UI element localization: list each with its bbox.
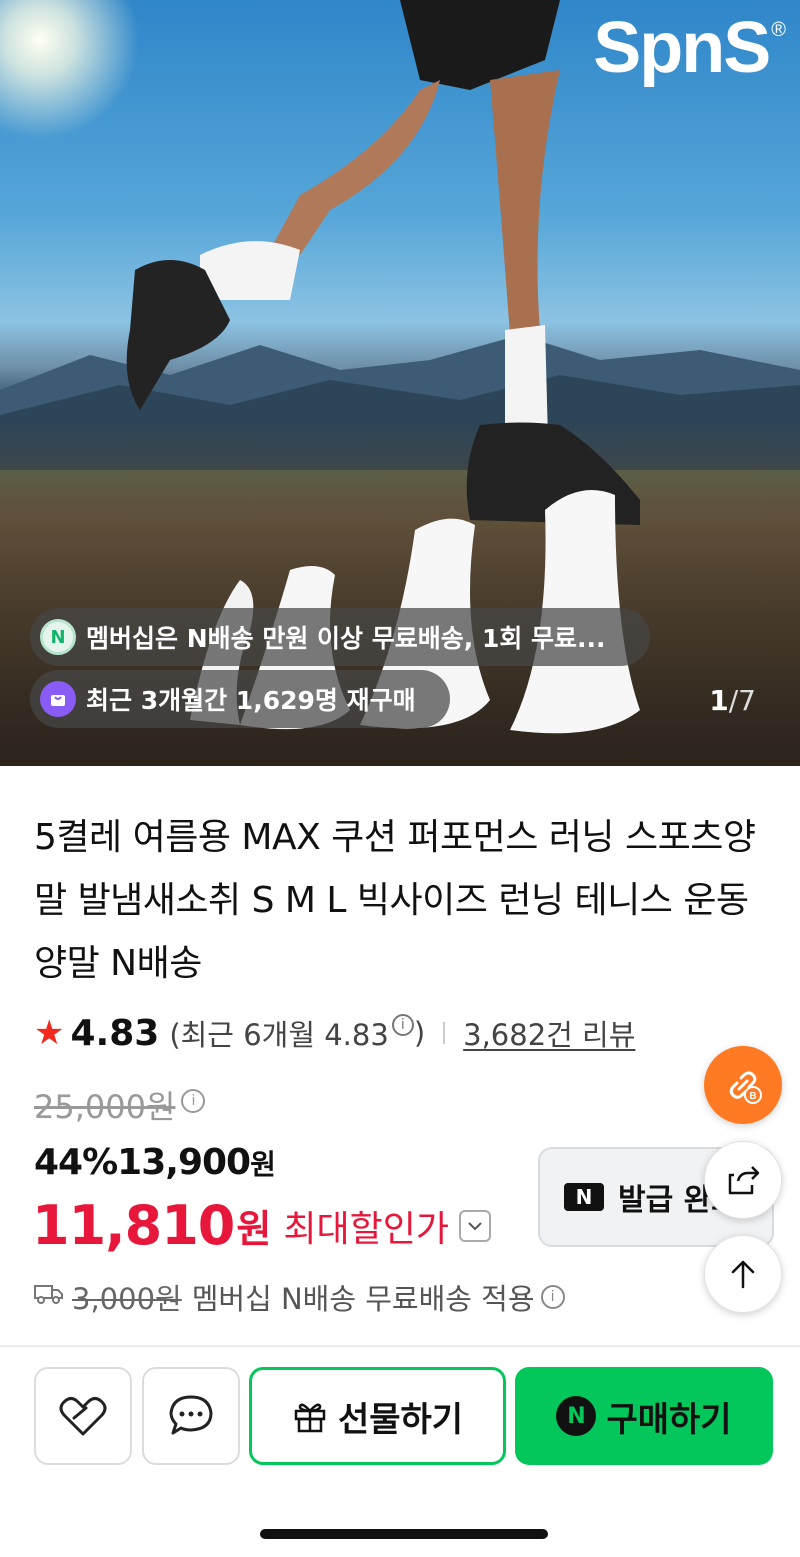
discount-rate: 44% [34,1142,118,1183]
share-button[interactable] [704,1141,782,1219]
chat-bubble-icon [169,1395,213,1435]
wishlist-button[interactable] [34,1367,132,1465]
talk-chat-button[interactable] [142,1367,240,1465]
max-price-number: 11,810 [32,1194,235,1257]
brand-logo: SpnS ® [593,8,786,88]
original-price: 25,000원 i [34,1082,206,1128]
naver-coupon-icon: N [564,1183,604,1211]
buy-button-label: 구매하기 [606,1399,732,1440]
section-divider [0,1345,800,1347]
scroll-to-top-button[interactable] [704,1235,782,1313]
buy-button[interactable]: N 구매하기 [515,1367,773,1465]
repurchase-text: 최근 3개월간 1,629명 재구매 [86,686,416,715]
share-icon [728,1166,760,1195]
star-icon: ★ [34,1013,65,1053]
gift-icon [294,1403,326,1433]
gift-button-label: 선물하기 [337,1399,464,1440]
info-icon[interactable]: i [391,1014,414,1036]
info-icon[interactable]: i [181,1089,206,1113]
naver-pay-icon: N [556,1396,597,1436]
link-icon: B [729,1071,762,1104]
heart-icon [59,1397,107,1436]
original-shipping-fee: 3,000원 [72,1282,182,1316]
membership-banner[interactable]: N 멤버십은 N배송 만원 이상 무료배송, 1회 무료... [30,608,650,666]
membership-banner-text: 멤버십은 N배송 만원 이상 무료배송, 1회 무료... [86,624,606,653]
sale-price: 44%13,900원 [34,1142,276,1183]
rating-row: ★ 4.83 (최근 6개월 4.83 i ) 3,682건 리뷰 [34,1010,635,1056]
sale-price-number: 13,900 [117,1142,251,1183]
max-discount-label: 최대할인가 [283,1208,449,1250]
max-discount-price[interactable]: 11,810 원 최대할인가 [32,1194,491,1257]
arrow-up-icon [731,1260,755,1289]
svg-text:B: B [749,1091,756,1102]
recent-rating: (최근 6개월 4.83 [169,1018,389,1052]
review-count-link[interactable]: 3,682건 리뷰 [463,1012,635,1054]
product-image-carousel[interactable]: SpnS ® N 멤버십은 N배송 만원 이상 무료배송, 1회 무료... 최근… [0,0,800,766]
shipping-info: 3,000원 멤버십 N배송 무료배송 적용 i [34,1276,565,1318]
shipping-text: 멤버십 N배송 무료배송 적용 [191,1282,535,1316]
shopping-bag-icon [40,681,76,717]
truck-icon [34,1282,64,1312]
rating-score: 4.83 [70,1012,160,1054]
image-counter: 1/7 [709,684,756,717]
repurchase-badge: 최근 3개월간 1,629명 재구매 [30,670,450,728]
home-indicator[interactable] [260,1529,548,1539]
naver-membership-icon: N [40,619,76,655]
gift-button[interactable]: 선물하기 [249,1367,506,1465]
product-title: 5켤레 여름용 MAX 쿠션 퍼포먼스 러닝 스포츠양말 발냄새소취 S M L… [34,817,756,984]
blog-link-button[interactable]: B [704,1046,782,1124]
recent-rating-close: ) [413,1016,426,1050]
chevron-down-icon[interactable] [458,1209,491,1242]
info-icon[interactable]: i [540,1285,565,1309]
divider [443,1022,446,1044]
